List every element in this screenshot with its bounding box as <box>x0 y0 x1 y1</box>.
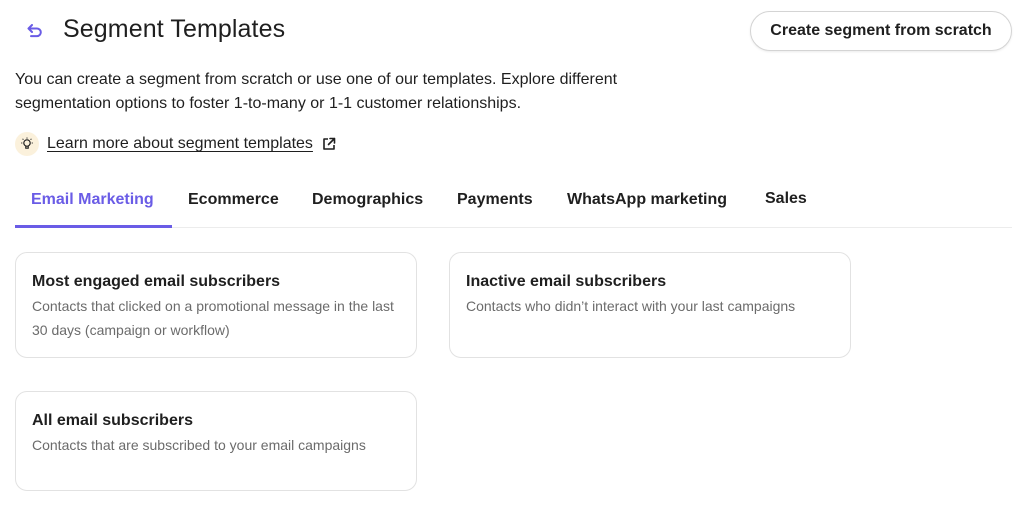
tab-ecommerce[interactable]: Ecommerce <box>188 180 279 228</box>
template-card-most-engaged[interactable]: Most engaged email subscribers Contacts … <box>15 252 417 358</box>
create-segment-from-scratch-button[interactable]: Create segment from scratch <box>750 11 1012 51</box>
tab-whatsapp-marketing[interactable]: WhatsApp marketing <box>567 180 727 228</box>
card-description: Contacts who didn’t interact with your l… <box>466 298 796 314</box>
intro-text: You can create a segment from scratch or… <box>15 71 618 112</box>
card-title: All email subscribers <box>32 412 193 429</box>
tab-demographics[interactable]: Demographics <box>312 180 423 228</box>
lightbulb-icon <box>15 132 39 156</box>
back-button[interactable] <box>24 20 46 42</box>
learn-more-link[interactable]: Learn more about segment templates <box>47 135 313 153</box>
card-description: Contacts that clicked on a promotional m… <box>32 298 394 338</box>
external-link-icon[interactable] <box>322 137 336 151</box>
card-title: Inactive email subscribers <box>466 273 667 290</box>
learn-more-row: Learn more about segment templates <box>15 131 336 157</box>
page-title: Segment Templates <box>63 15 286 43</box>
template-card-inactive[interactable]: Inactive email subscribers Contacts who … <box>449 252 851 358</box>
tab-sales[interactable]: Sales <box>765 180 807 228</box>
card-title: Most engaged email subscribers <box>32 273 281 290</box>
template-card-all-subscribers[interactable]: All email subscribers Contacts that are … <box>15 391 417 491</box>
tab-email-marketing[interactable]: Email Marketing <box>15 180 172 228</box>
card-description: Contacts that are subscribed to your ema… <box>32 437 366 453</box>
page-header: Segment Templates Create segment from sc… <box>0 0 1024 62</box>
tab-payments[interactable]: Payments <box>457 180 533 228</box>
template-tabs: Email Marketing Ecommerce Demographics P… <box>15 180 1012 228</box>
undo-arrow-icon <box>27 24 42 38</box>
